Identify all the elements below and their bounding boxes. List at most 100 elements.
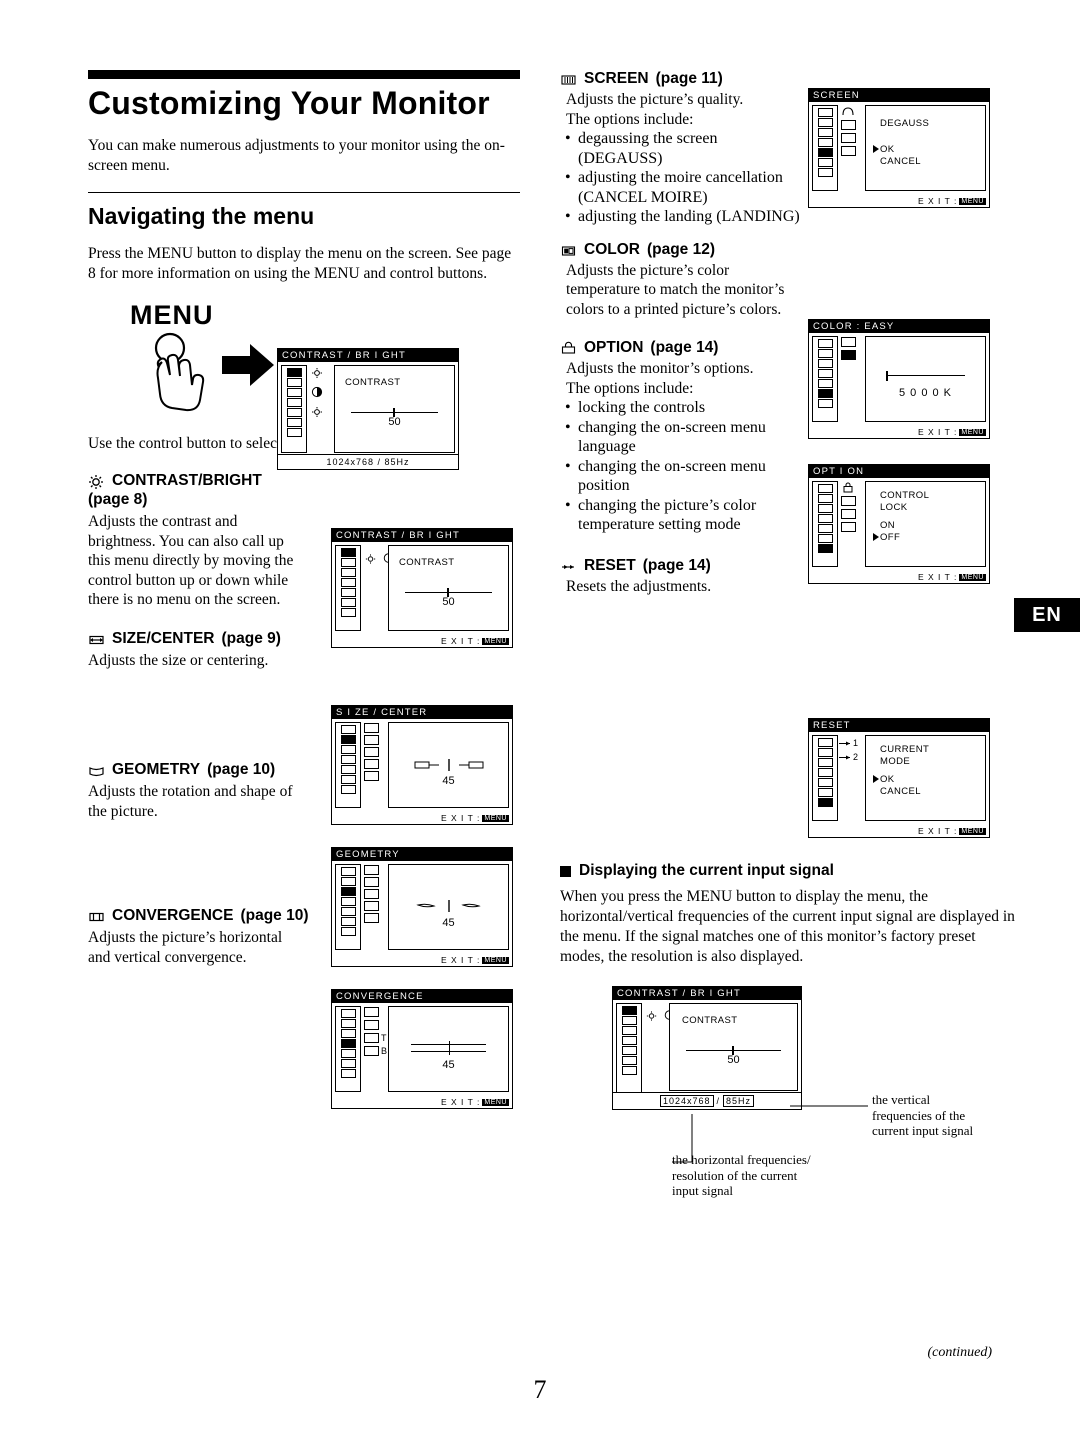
rail-icon-geometry[interactable] bbox=[340, 568, 356, 577]
rail-icon-contrast[interactable] bbox=[286, 368, 302, 377]
rail-icon-option[interactable] bbox=[621, 1066, 637, 1075]
sub-icon-moire[interactable] bbox=[841, 120, 856, 130]
osd-exit[interactable]: E X I T : MENU bbox=[441, 636, 509, 646]
rail-icon-screen[interactable] bbox=[340, 907, 356, 916]
rail-icon-color[interactable] bbox=[286, 418, 302, 427]
rail-icon-option[interactable] bbox=[340, 608, 356, 617]
sub-icon-language[interactable] bbox=[841, 496, 856, 506]
rail-icon-geometry[interactable] bbox=[817, 128, 833, 137]
osd-exit[interactable]: E X I T : MENU bbox=[441, 955, 509, 965]
sub-icon-pin-balance[interactable] bbox=[364, 889, 379, 899]
rail-icon-reset[interactable] bbox=[817, 798, 833, 807]
rail-icon-contrast[interactable] bbox=[817, 108, 833, 117]
sub-icon-h-center[interactable] bbox=[364, 735, 379, 745]
rail-icon-size[interactable] bbox=[621, 1016, 637, 1025]
rail-icon-contrast[interactable] bbox=[817, 484, 833, 493]
osd-item-ok[interactable]: OK bbox=[880, 144, 895, 155]
rail-icon-color[interactable] bbox=[817, 534, 833, 543]
rail-icon-color[interactable] bbox=[340, 917, 356, 926]
rail-icon-geometry[interactable] bbox=[340, 887, 356, 896]
osd-item-on[interactable]: ON bbox=[880, 520, 895, 531]
rail-icon-screen[interactable] bbox=[340, 588, 356, 597]
rail-icon-contrast[interactable] bbox=[621, 1006, 637, 1015]
rail-icon-size[interactable] bbox=[286, 378, 302, 387]
rail-icon-option[interactable] bbox=[286, 428, 302, 437]
rail-icon-geometry[interactable] bbox=[286, 388, 302, 397]
rail-icon-convergence[interactable] bbox=[340, 755, 356, 764]
osd-item-ok[interactable]: OK bbox=[880, 774, 895, 785]
rail-icon-screen[interactable] bbox=[817, 778, 833, 787]
osd-item-off[interactable]: OFF bbox=[880, 532, 900, 543]
rail-icon-contrast[interactable] bbox=[817, 738, 833, 747]
rail-icon-geometry[interactable] bbox=[340, 1029, 356, 1038]
rail-icon-color[interactable] bbox=[817, 389, 833, 398]
rail-icon-size[interactable] bbox=[340, 877, 356, 886]
rail-icon-contrast[interactable] bbox=[340, 867, 356, 876]
rail-icon-option[interactable] bbox=[817, 168, 833, 177]
rail-icon-convergence[interactable] bbox=[340, 1039, 356, 1048]
sub-icon-landing[interactable] bbox=[841, 133, 856, 143]
sub-icon-color-mode[interactable] bbox=[841, 522, 856, 532]
rail-icon-convergence[interactable] bbox=[817, 138, 833, 147]
sub-icon-pincushion[interactable] bbox=[364, 877, 379, 887]
rail-icon-color[interactable] bbox=[817, 158, 833, 167]
rail-icon-geometry[interactable] bbox=[621, 1026, 637, 1035]
rail-icon-convergence[interactable] bbox=[621, 1036, 637, 1045]
sub-icon-top-conv[interactable] bbox=[364, 1033, 379, 1043]
osd-exit[interactable]: E X I T : MENU bbox=[918, 427, 986, 437]
rail-icon-size[interactable] bbox=[817, 118, 833, 127]
sub-icon-keystone[interactable] bbox=[364, 901, 379, 911]
rail-icon-convergence[interactable] bbox=[340, 897, 356, 906]
rail-icon-convergence[interactable] bbox=[817, 514, 833, 523]
sub-icon-menu-position[interactable] bbox=[841, 509, 856, 519]
osd-exit[interactable]: E X I T : MENU bbox=[918, 572, 986, 582]
rail-icon-contrast[interactable] bbox=[817, 339, 833, 348]
rail-icon-convergence[interactable] bbox=[817, 369, 833, 378]
rail-icon-screen[interactable] bbox=[817, 379, 833, 388]
sub-icon-easy[interactable] bbox=[841, 337, 856, 347]
osd-item-cancel[interactable]: CANCEL bbox=[880, 156, 921, 167]
rail-icon-color[interactable] bbox=[340, 1059, 356, 1068]
rail-icon-size[interactable] bbox=[340, 558, 356, 567]
rail-icon-color[interactable] bbox=[340, 598, 356, 607]
rail-icon-option[interactable] bbox=[340, 927, 356, 936]
rail-icon-contrast[interactable] bbox=[340, 548, 356, 557]
rail-icon-size[interactable] bbox=[340, 1019, 356, 1028]
rail-icon-screen[interactable] bbox=[340, 1049, 356, 1058]
rail-icon-size[interactable] bbox=[340, 735, 356, 744]
sub-icon-v-conv[interactable] bbox=[364, 1020, 379, 1030]
rail-icon-color[interactable] bbox=[621, 1056, 637, 1065]
rail-icon-convergence[interactable] bbox=[340, 578, 356, 587]
rail-icon-screen[interactable] bbox=[621, 1046, 637, 1055]
sub-icon-landing2[interactable] bbox=[841, 146, 856, 156]
rail-icon-color[interactable] bbox=[817, 788, 833, 797]
osd-item-cancel[interactable]: CANCEL bbox=[880, 786, 921, 797]
sub-icon-v-center[interactable] bbox=[364, 759, 379, 769]
rail-icon-option[interactable] bbox=[340, 1069, 356, 1078]
rail-icon-convergence[interactable] bbox=[817, 768, 833, 777]
sub-icon-h-size[interactable] bbox=[364, 723, 379, 733]
rail-icon-screen[interactable] bbox=[340, 765, 356, 774]
rail-icon-size[interactable] bbox=[817, 349, 833, 358]
rail-icon-geometry[interactable] bbox=[817, 758, 833, 767]
rail-icon-option[interactable] bbox=[817, 544, 833, 553]
rail-icon-size[interactable] bbox=[817, 748, 833, 757]
rail-icon-screen[interactable] bbox=[817, 524, 833, 533]
rail-icon-size[interactable] bbox=[817, 494, 833, 503]
sub-icon-bottom-conv[interactable] bbox=[364, 1046, 379, 1056]
osd-exit[interactable]: E X I T : MENU bbox=[441, 813, 509, 823]
sub-icon-h-conv[interactable] bbox=[364, 1007, 379, 1017]
rail-icon-geometry[interactable] bbox=[817, 504, 833, 513]
rail-icon-option[interactable] bbox=[340, 785, 356, 794]
rail-icon-screen[interactable] bbox=[286, 408, 302, 417]
sub-icon-zoom[interactable] bbox=[364, 771, 379, 781]
rail-icon-color[interactable] bbox=[340, 775, 356, 784]
sub-icon-v-size[interactable] bbox=[364, 747, 379, 757]
rail-icon-contrast[interactable] bbox=[340, 725, 356, 734]
rail-icon-convergence[interactable] bbox=[286, 398, 302, 407]
osd-exit[interactable]: E X I T : MENU bbox=[918, 826, 986, 836]
rail-icon-contrast[interactable] bbox=[340, 1009, 356, 1018]
osd-color-slider[interactable] bbox=[886, 371, 965, 381]
rail-icon-geometry[interactable] bbox=[340, 745, 356, 754]
sub-icon-expert[interactable] bbox=[841, 350, 856, 360]
